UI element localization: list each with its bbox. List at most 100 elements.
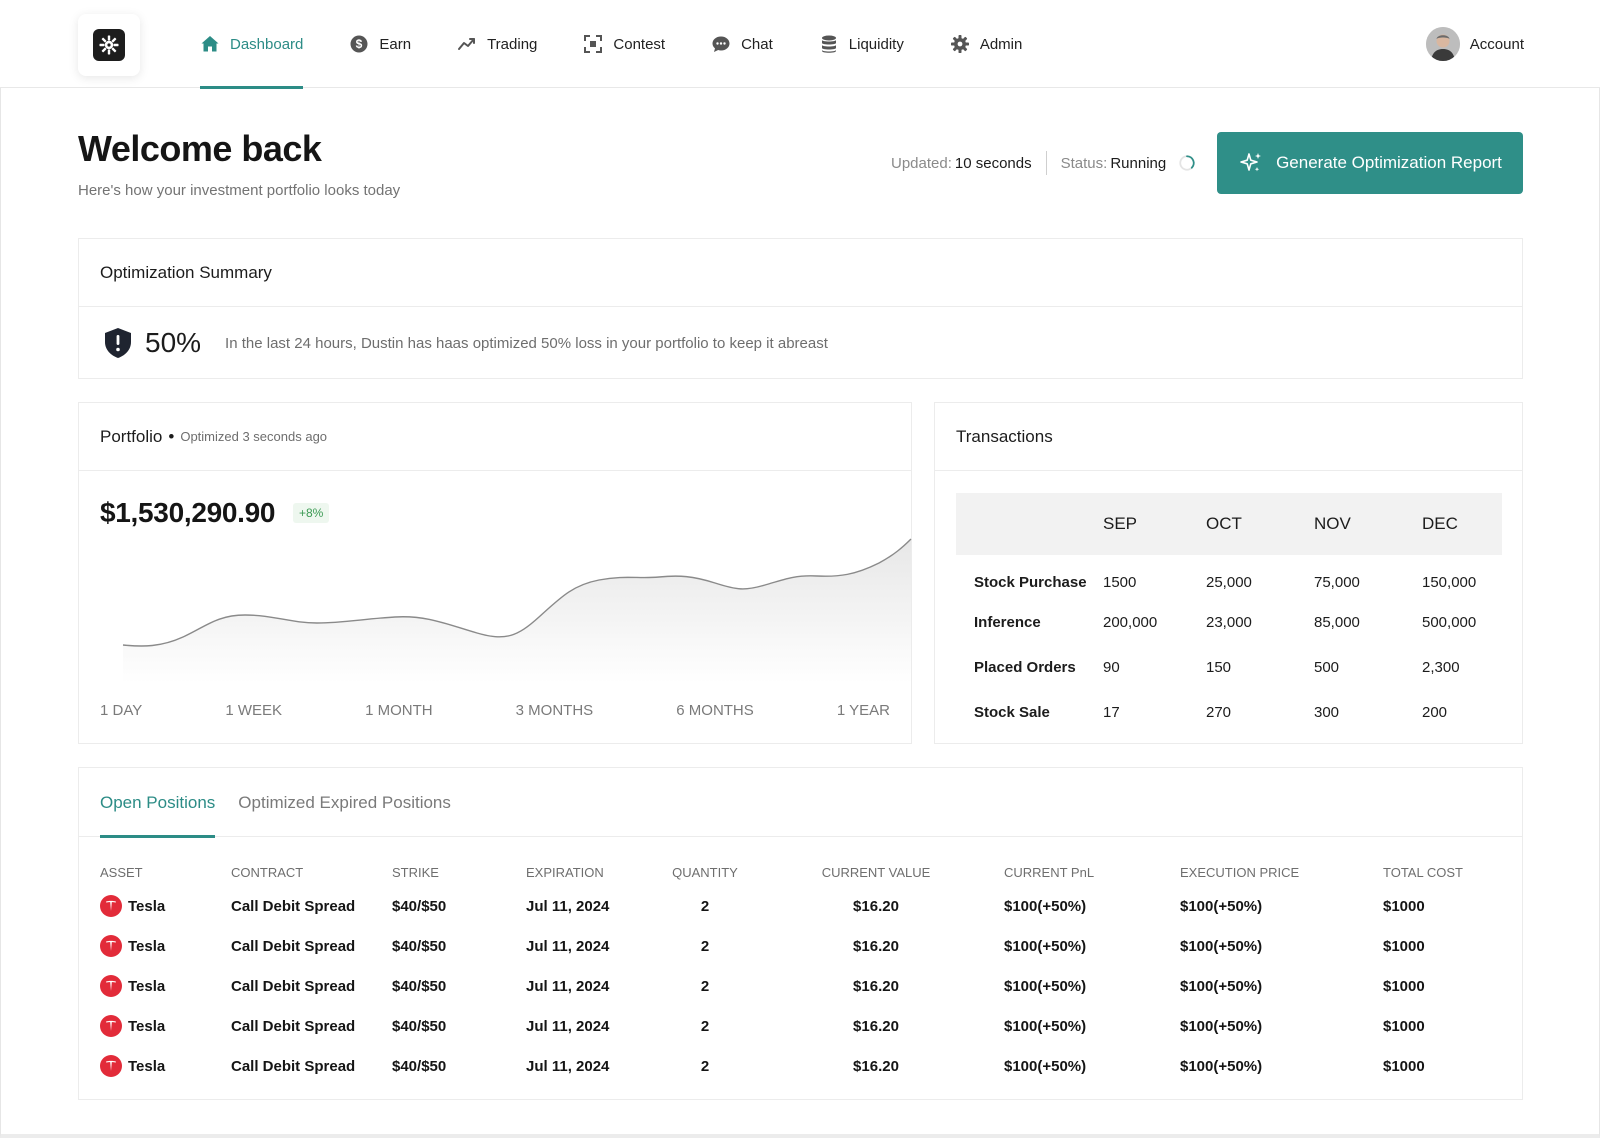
app-logo[interactable] — [78, 14, 140, 76]
column-header: SEP — [1103, 493, 1206, 555]
row-label: Stock Sale — [974, 704, 1050, 721]
nav-item-dashboard[interactable]: Dashboard — [200, 0, 304, 89]
portfolio-header: Portfolio • Optimized 3 seconds ago — [79, 403, 911, 471]
dollar-coin-icon: $ — [350, 35, 368, 53]
time-range-selector: 1 DAY 1 WEEK 1 MONTH 3 MONTHS 6 MONTHS 1… — [100, 702, 890, 719]
tesla-logo-icon — [100, 1055, 122, 1077]
logo-mark-icon — [93, 29, 125, 61]
execution-price-cell: $100(+50%) — [1180, 1017, 1263, 1035]
table-cell: 300 — [1314, 704, 1340, 721]
nav-label: Admin — [979, 35, 1023, 53]
nav-item-liquidity[interactable]: Liquidity — [819, 0, 904, 88]
table-cell: 1500 — [1103, 574, 1137, 591]
page-subtitle: Here's how your investment portfolio loo… — [78, 182, 401, 199]
column-header-contract: CONTRACT — [231, 864, 304, 880]
nav-item-contest[interactable]: Contest — [583, 0, 665, 88]
table-row[interactable]: Tesla Call Debit Spread $40/$50 Jul 11, … — [100, 886, 1503, 926]
row-label: Stock Purchase — [974, 574, 1087, 591]
svg-text:$: $ — [356, 37, 363, 51]
range-1-year[interactable]: 1 YEAR — [837, 702, 890, 719]
current-value-cell: $16.20 — [853, 977, 899, 995]
range-1-day[interactable]: 1 DAY — [100, 702, 142, 719]
column-header: NOV — [1314, 493, 1422, 555]
optimization-message: In the last 24 hours, Dustin has haas op… — [225, 334, 828, 352]
execution-price-cell: $100(+50%) — [1180, 937, 1263, 955]
updated-value: 10 seconds — [954, 154, 1032, 172]
status-value: Running — [1110, 154, 1167, 172]
pnl-cell: $100(+50%) — [1004, 1017, 1087, 1035]
table-cell: 23,000 — [1206, 614, 1252, 631]
contract-cell: Call Debit Spread — [231, 977, 356, 995]
sparkle-icon — [1240, 153, 1262, 172]
transactions-table: SEP OCT NOV DEC Stock Purchase 1500 25,0… — [956, 493, 1502, 735]
contract-cell: Call Debit Spread — [231, 1017, 356, 1035]
table-row[interactable]: Tesla Call Debit Spread $40/$50 Jul 11, … — [100, 926, 1503, 966]
pnl-cell: $100(+50%) — [1004, 897, 1087, 915]
table-row: Stock Purchase 1500 25,000 75,000 150,00… — [956, 555, 1502, 600]
chat-bubble-icon — [712, 36, 730, 52]
nav-item-chat[interactable]: Chat — [711, 0, 773, 88]
execution-price-cell: $100(+50%) — [1180, 977, 1263, 995]
table-cell: 270 — [1206, 704, 1232, 721]
account-label: Account — [1469, 35, 1524, 53]
nav-label: Trading — [487, 35, 538, 53]
status-bar: Updated: 10 seconds Status: Running — [891, 150, 1196, 176]
nav-label: Dashboard — [230, 35, 304, 53]
total-cost-cell: $1000 — [1383, 1017, 1425, 1035]
nav-label: Earn — [379, 35, 412, 53]
chart-area — [123, 539, 911, 683]
header-blank — [956, 493, 1103, 555]
table-row[interactable]: Tesla Call Debit Spread $40/$50 Jul 11, … — [100, 1006, 1503, 1046]
strike-cell: $40/$50 — [392, 1057, 447, 1075]
table-cell: 85,000 — [1314, 614, 1360, 631]
pnl-cell: $100(+50%) — [1004, 1057, 1087, 1075]
portfolio-chart — [122, 538, 912, 683]
generate-report-button[interactable]: Generate Optimization Report — [1217, 132, 1523, 194]
asset-name: Tesla — [128, 897, 166, 915]
table-cell: 25,000 — [1206, 574, 1252, 591]
page-title: Welcome back — [78, 128, 322, 169]
account-menu[interactable]: Account — [1425, 27, 1524, 61]
asset-cell: Tesla — [100, 886, 231, 926]
database-icon — [821, 35, 836, 53]
tab-open-positions[interactable]: Open Positions — [100, 768, 216, 838]
status-divider — [1045, 151, 1047, 175]
expiration-cell: Jul 11, 2024 — [526, 1017, 610, 1035]
quantity-cell: 2 — [700, 1057, 710, 1075]
nav-item-admin[interactable]: Admin — [950, 0, 1023, 88]
row-label: Placed Orders — [974, 659, 1076, 676]
range-1-month[interactable]: 1 MONTH — [365, 702, 433, 719]
portfolio-title: Portfolio — [100, 426, 163, 446]
nav-item-earn[interactable]: $ Earn — [349, 0, 411, 88]
expiration-cell: Jul 11, 2024 — [526, 1057, 610, 1075]
table-row[interactable]: Tesla Call Debit Spread $40/$50 Jul 11, … — [100, 1046, 1503, 1086]
portfolio-card: Portfolio • Optimized 3 seconds ago $1,5… — [78, 402, 912, 744]
total-cost-cell: $1000 — [1383, 977, 1425, 995]
portfolio-value: $1,530,290.90 — [100, 497, 276, 528]
table-row[interactable]: Tesla Call Debit Spread $40/$50 Jul 11, … — [100, 966, 1503, 1006]
loading-spinner-icon — [1179, 155, 1195, 171]
table-header-row: SEP OCT NOV DEC — [956, 493, 1502, 555]
strike-cell: $40/$50 — [392, 1017, 447, 1035]
table-row: Stock Sale 17 270 300 200 — [956, 690, 1502, 735]
range-1-week[interactable]: 1 WEEK — [225, 702, 282, 719]
tab-optimized-expired-positions[interactable]: Optimized Expired Positions — [238, 768, 451, 837]
avatar — [1425, 27, 1460, 61]
range-6-months[interactable]: 6 MONTHS — [676, 702, 754, 719]
expiration-cell: Jul 11, 2024 — [526, 937, 610, 955]
nav-item-trading[interactable]: Trading — [457, 0, 537, 88]
optimization-body: 50% In the last 24 hours, Dustin has haa… — [79, 307, 1522, 379]
execution-price-cell: $100(+50%) — [1180, 897, 1263, 915]
contract-cell: Call Debit Spread — [231, 897, 356, 915]
column-header-current-pnl: CURRENT PnL — [1004, 864, 1095, 880]
card-title: Transactions — [935, 403, 1522, 471]
tesla-logo-icon — [100, 975, 122, 997]
table-cell: 200 — [1422, 704, 1448, 721]
trend-up-icon — [458, 38, 476, 50]
expand-icon — [584, 35, 603, 53]
asset-cell: Tesla — [100, 926, 231, 966]
quantity-cell: 2 — [700, 897, 710, 915]
range-3-months[interactable]: 3 MONTHS — [516, 702, 594, 719]
quantity-cell: 2 — [700, 937, 710, 955]
table-cell: 17 — [1103, 704, 1120, 721]
